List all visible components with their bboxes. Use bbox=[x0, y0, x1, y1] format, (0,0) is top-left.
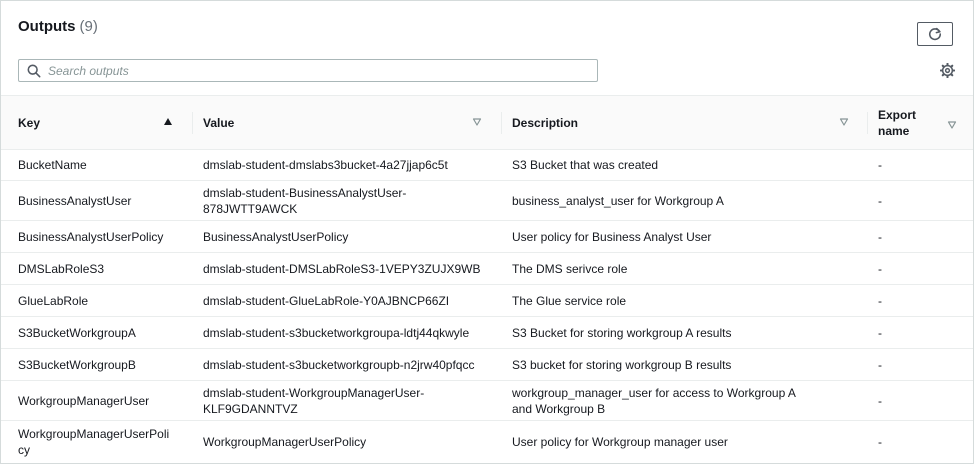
sort-descending-outline-icon bbox=[839, 117, 849, 127]
column-header-value[interactable]: Value bbox=[203, 96, 493, 149]
column-divider[interactable] bbox=[192, 112, 193, 134]
cell-value: dmslab-student-GlueLabRole-Y0AJBNCP66ZI bbox=[203, 293, 450, 308]
cell-key: GlueLabRole bbox=[18, 293, 89, 308]
cell-key: WorkgroupManagerUser bbox=[18, 393, 150, 408]
table-row[interactable]: BusinessAnalystUser dmslab-student-Busin… bbox=[1, 181, 973, 221]
cell-key: S3BucketWorkgroupB bbox=[18, 357, 136, 372]
table-row[interactable]: WorkgroupManagerUser dmslab-student-Work… bbox=[1, 381, 973, 421]
cell-value: dmslab-student-s3bucketworkgroupb-n2jrw4… bbox=[203, 357, 475, 372]
cell-description: S3 Bucket for storing workgroup A result… bbox=[512, 325, 732, 340]
table-row[interactable]: BucketName dmslab-student-dmslabs3bucket… bbox=[1, 149, 973, 181]
cell-key: BucketName bbox=[18, 157, 87, 172]
cell-value: dmslab-student-BusinessAnalystUser-878JW… bbox=[203, 185, 407, 216]
refresh-button[interactable] bbox=[917, 22, 953, 46]
cell-export-name: - bbox=[878, 357, 882, 372]
table-row[interactable]: DMSLabRoleS3 dmslab-student-DMSLabRoleS3… bbox=[1, 253, 973, 285]
cell-value: dmslab-student-dmslabs3bucket-4a27jjap6c… bbox=[203, 157, 448, 172]
table-row[interactable]: BusinessAnalystUserPolicy BusinessAnalys… bbox=[1, 221, 973, 253]
cell-description: S3 Bucket that was created bbox=[512, 157, 659, 172]
cell-description: S3 bucket for storing workgroup B result… bbox=[512, 357, 732, 372]
outputs-panel: Outputs (9) Search outputs Key Value Des… bbox=[0, 0, 974, 464]
column-divider[interactable] bbox=[867, 112, 868, 134]
cell-description: User policy for Workgroup manager user bbox=[512, 435, 728, 449]
table-row[interactable]: S3BucketWorkgroupB dmslab-student-s3buck… bbox=[1, 349, 973, 381]
cell-value: BusinessAnalystUserPolicy bbox=[203, 229, 349, 244]
sort-descending-outline-icon bbox=[947, 120, 957, 130]
cell-key: BusinessAnalystUser bbox=[18, 193, 132, 208]
refresh-icon bbox=[928, 27, 942, 41]
column-label-key: Key bbox=[18, 115, 41, 130]
cell-description: The DMS serivce role bbox=[512, 261, 628, 276]
outputs-count: (9) bbox=[79, 18, 98, 35]
table-header: Key Value Description Export name bbox=[1, 96, 973, 150]
table-row[interactable]: GlueLabRole dmslab-student-GlueLabRole-Y… bbox=[1, 285, 973, 317]
title-text: Outputs bbox=[18, 18, 76, 35]
sort-ascending-icon bbox=[163, 117, 173, 127]
search-input[interactable] bbox=[48, 63, 568, 78]
cell-description: The Glue service role bbox=[512, 293, 627, 308]
gear-icon bbox=[940, 63, 955, 78]
cell-description: User policy for Business Analyst User bbox=[512, 229, 712, 244]
cell-key: BusinessAnalystUserPolicy bbox=[18, 229, 164, 244]
column-header-export-name[interactable]: Export name bbox=[878, 96, 938, 149]
cell-export-name: - bbox=[878, 293, 882, 308]
column-label-value: Value bbox=[203, 115, 235, 130]
cell-export-name: - bbox=[878, 261, 882, 276]
outputs-header: Outputs (9) bbox=[1, 1, 973, 96]
cell-key: WorkgroupManagerUserPolicy bbox=[18, 427, 170, 457]
column-header-description[interactable]: Description bbox=[512, 96, 852, 149]
column-label-description: Description bbox=[512, 115, 579, 130]
sort-descending-outline-icon bbox=[472, 117, 482, 127]
cell-value: WorkgroupManagerUserPolicy bbox=[203, 435, 367, 449]
cell-value: dmslab-student-DMSLabRoleS3-1VEPY3ZUJX9W… bbox=[203, 261, 481, 276]
cell-export-name: - bbox=[878, 325, 882, 340]
cell-value: dmslab-student-WorkgroupManagerUser-KLF9… bbox=[203, 385, 425, 416]
cell-value: dmslab-student-s3bucketworkgroupa-ldtj44… bbox=[203, 325, 470, 340]
search-box[interactable] bbox=[18, 59, 598, 82]
cell-export-name: - bbox=[878, 229, 882, 244]
cell-description: workgroup_manager_user for access to Wor… bbox=[512, 385, 796, 416]
search-icon bbox=[27, 64, 41, 78]
table-row[interactable]: WorkgroupManagerUserPolicy WorkgroupMana… bbox=[1, 421, 973, 463]
cell-description: business_analyst_user for Workgroup A bbox=[512, 193, 724, 208]
cell-export-name: - bbox=[878, 157, 882, 172]
cell-export-name: - bbox=[878, 393, 882, 408]
preferences-button[interactable] bbox=[940, 63, 955, 78]
cell-key: DMSLabRoleS3 bbox=[18, 261, 105, 276]
cell-key: S3BucketWorkgroupA bbox=[18, 325, 136, 340]
cell-export-name: - bbox=[878, 193, 882, 208]
cell-export-name: - bbox=[878, 435, 882, 449]
table-row[interactable]: S3BucketWorkgroupA dmslab-student-s3buck… bbox=[1, 317, 973, 349]
column-divider[interactable] bbox=[501, 112, 502, 134]
page-title: Outputs (9) bbox=[18, 18, 98, 35]
column-label-export-name: Export name bbox=[878, 107, 917, 138]
